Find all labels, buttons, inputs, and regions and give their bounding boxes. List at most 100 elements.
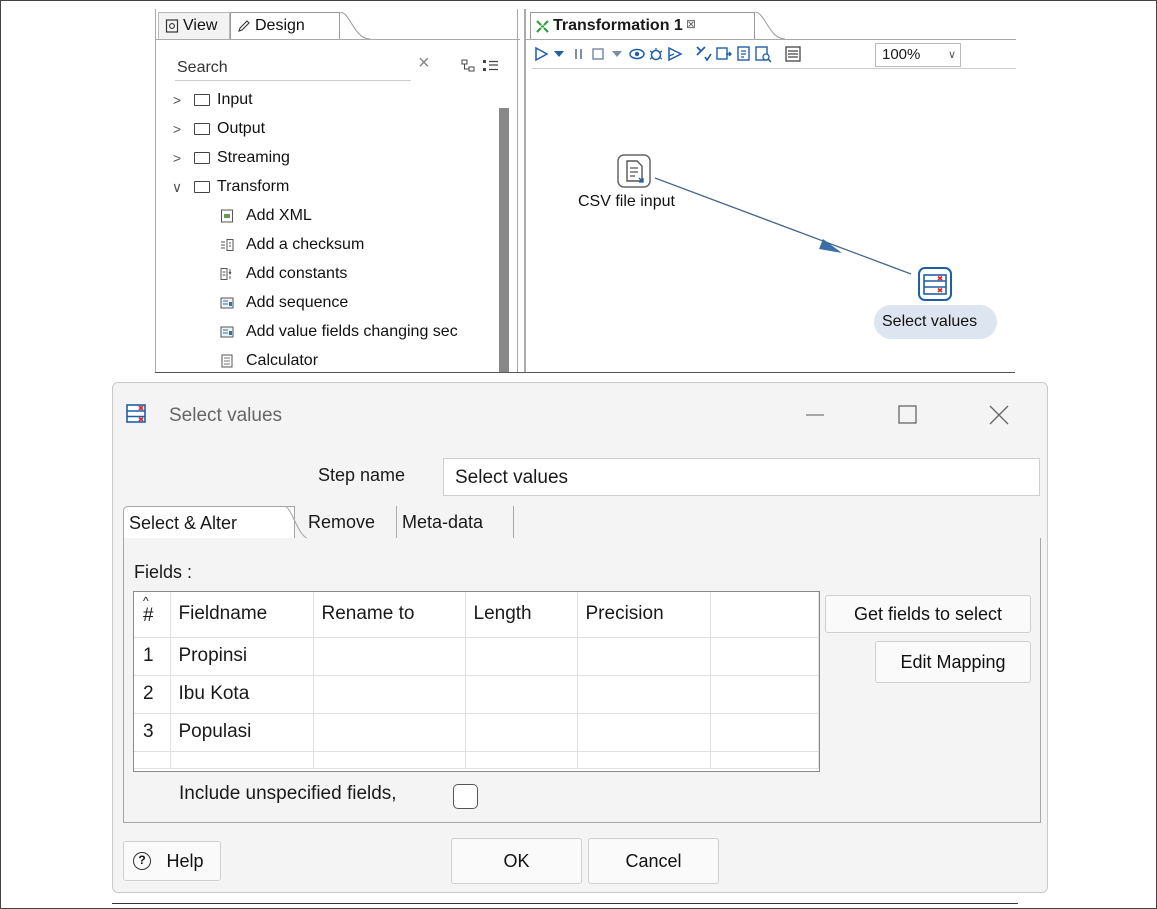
table-row[interactable]: 1 Propinsi bbox=[134, 637, 819, 676]
cell-fieldname[interactable]: Populasi bbox=[170, 713, 314, 752]
debug-icon[interactable] bbox=[647, 45, 665, 63]
table-row[interactable]: 3 Populasi bbox=[134, 713, 819, 752]
table-row[interactable]: 2 Ibu Kota bbox=[134, 675, 819, 714]
tree-step-label: Calculator bbox=[246, 352, 319, 369]
cell-extra[interactable] bbox=[710, 751, 819, 769]
minimize-icon[interactable] bbox=[795, 395, 835, 435]
cell-fieldname[interactable]: Ibu Kota bbox=[170, 675, 314, 714]
step-name-field[interactable]: Select values bbox=[443, 458, 1040, 496]
cell-rename[interactable] bbox=[313, 637, 466, 676]
col-header-extra[interactable] bbox=[710, 592, 819, 638]
stop-icon[interactable] bbox=[589, 45, 607, 63]
tab-design-label: Design bbox=[255, 17, 305, 34]
impact-icon[interactable] bbox=[715, 45, 733, 63]
calculator-icon bbox=[221, 354, 233, 368]
transformation-canvas[interactable]: CSV file input Select values bbox=[526, 69, 1016, 372]
include-unspecified-checkbox[interactable] bbox=[453, 784, 478, 809]
edit-mapping-button[interactable]: Edit Mapping bbox=[875, 641, 1031, 683]
clear-search-icon[interactable]: × bbox=[418, 52, 430, 75]
search-input[interactable]: Search bbox=[175, 54, 411, 81]
fields-table[interactable]: ^ # Fieldname Rename to Length Precision … bbox=[133, 591, 820, 772]
value-fields-icon bbox=[220, 326, 234, 338]
col-header-length[interactable]: Length bbox=[465, 592, 578, 638]
cell-precision[interactable] bbox=[577, 637, 711, 676]
ok-button[interactable]: OK bbox=[451, 838, 582, 884]
cell-precision[interactable] bbox=[577, 751, 711, 769]
preview-icon[interactable] bbox=[628, 45, 646, 63]
cell-length[interactable] bbox=[465, 751, 578, 769]
cancel-button[interactable]: Cancel bbox=[588, 838, 719, 884]
zoom-select[interactable]: 100% ∨ bbox=[875, 43, 961, 67]
tab-remove[interactable]: Remove bbox=[303, 506, 396, 539]
get-fields-button[interactable]: Get fields to select bbox=[825, 595, 1031, 633]
tab-view[interactable]: View bbox=[158, 12, 230, 39]
cell-length[interactable] bbox=[465, 713, 578, 752]
view-icon bbox=[165, 19, 179, 33]
select-values-icon[interactable] bbox=[918, 267, 952, 301]
select-values-icon bbox=[126, 404, 146, 423]
explore-db-icon[interactable] bbox=[754, 45, 772, 63]
cell-extra[interactable] bbox=[710, 713, 819, 752]
chevron-right-icon[interactable]: > bbox=[170, 115, 184, 143]
tree-step-label: Add XML bbox=[246, 207, 312, 224]
replay-icon[interactable] bbox=[666, 45, 684, 63]
sql-icon[interactable] bbox=[735, 45, 753, 63]
pencil-icon bbox=[238, 20, 250, 32]
tree-folder-label: Input bbox=[217, 91, 253, 108]
chevron-down-icon[interactable]: ∨ bbox=[170, 173, 184, 201]
cell-fieldname[interactable]: Propinsi bbox=[170, 637, 314, 676]
step-label-csv[interactable]: CSV file input bbox=[578, 193, 675, 211]
tab-edge bbox=[755, 12, 785, 40]
help-label: Help bbox=[166, 851, 204, 871]
cell-rename[interactable] bbox=[313, 713, 466, 752]
cell-precision[interactable] bbox=[577, 713, 711, 752]
tab-transformation-label: Transformation 1 bbox=[553, 17, 683, 34]
zoom-value: 100% bbox=[882, 46, 921, 63]
col-header-precision[interactable]: Precision bbox=[577, 592, 711, 638]
tab-design[interactable]: Design bbox=[230, 12, 340, 39]
pause-icon[interactable] bbox=[570, 45, 588, 63]
maximize-icon[interactable] bbox=[888, 395, 928, 435]
run-icon[interactable] bbox=[532, 45, 550, 63]
tab-transformation[interactable]: Transformation 1 ⊠ bbox=[530, 12, 755, 40]
design-panel: View Design Search × > Input > Output > … bbox=[155, 9, 525, 372]
step-name-label: Step name bbox=[318, 465, 406, 485]
sequence-icon bbox=[220, 297, 234, 309]
csv-file-icon[interactable] bbox=[617, 154, 651, 188]
tab-select-alter[interactable]: Select & Alter bbox=[123, 506, 295, 539]
collapse-all-icon[interactable] bbox=[460, 57, 478, 75]
col-header-fieldname[interactable]: Fieldname bbox=[170, 592, 314, 638]
run-dropdown-icon[interactable] bbox=[550, 45, 568, 63]
cell-fieldname[interactable] bbox=[170, 751, 314, 769]
folder-icon bbox=[194, 152, 210, 164]
panel-splitter[interactable] bbox=[517, 9, 525, 372]
help-button[interactable]: ? Help bbox=[123, 841, 221, 881]
stop-dropdown-icon[interactable] bbox=[608, 45, 626, 63]
cell-length[interactable] bbox=[465, 675, 578, 714]
cell-extra[interactable] bbox=[710, 675, 819, 714]
cell-precision[interactable] bbox=[577, 675, 711, 714]
col-header-num[interactable]: ^ # bbox=[134, 592, 171, 638]
expand-all-icon[interactable] bbox=[482, 57, 500, 75]
chevron-right-icon[interactable]: > bbox=[170, 144, 184, 172]
tree-step-label: Add constants bbox=[246, 265, 348, 282]
tab-meta-data[interactable]: Meta-data bbox=[396, 506, 513, 539]
dialog-tabs: Select & Alter Remove Meta-data bbox=[123, 506, 1041, 540]
tree-scrollbar[interactable] bbox=[499, 108, 509, 372]
col-header-rename[interactable]: Rename to bbox=[313, 592, 466, 638]
show-results-icon[interactable] bbox=[784, 45, 802, 63]
folder-icon bbox=[194, 94, 210, 106]
table-row-empty[interactable] bbox=[134, 751, 819, 769]
add-xml-icon bbox=[221, 209, 233, 223]
cell-rename[interactable] bbox=[313, 675, 466, 714]
cell-length[interactable] bbox=[465, 637, 578, 676]
tree-step-label: Add value fields changing sec bbox=[246, 323, 458, 340]
step-label-select-values[interactable]: Select values bbox=[882, 313, 977, 331]
verify-icon[interactable] bbox=[695, 45, 713, 63]
folder-icon bbox=[194, 181, 210, 193]
cell-extra[interactable] bbox=[710, 637, 819, 676]
cell-rename[interactable] bbox=[313, 751, 466, 769]
close-tab-icon[interactable]: ⊠ bbox=[686, 11, 696, 37]
chevron-right-icon[interactable]: > bbox=[170, 86, 184, 114]
close-icon[interactable] bbox=[979, 395, 1019, 435]
